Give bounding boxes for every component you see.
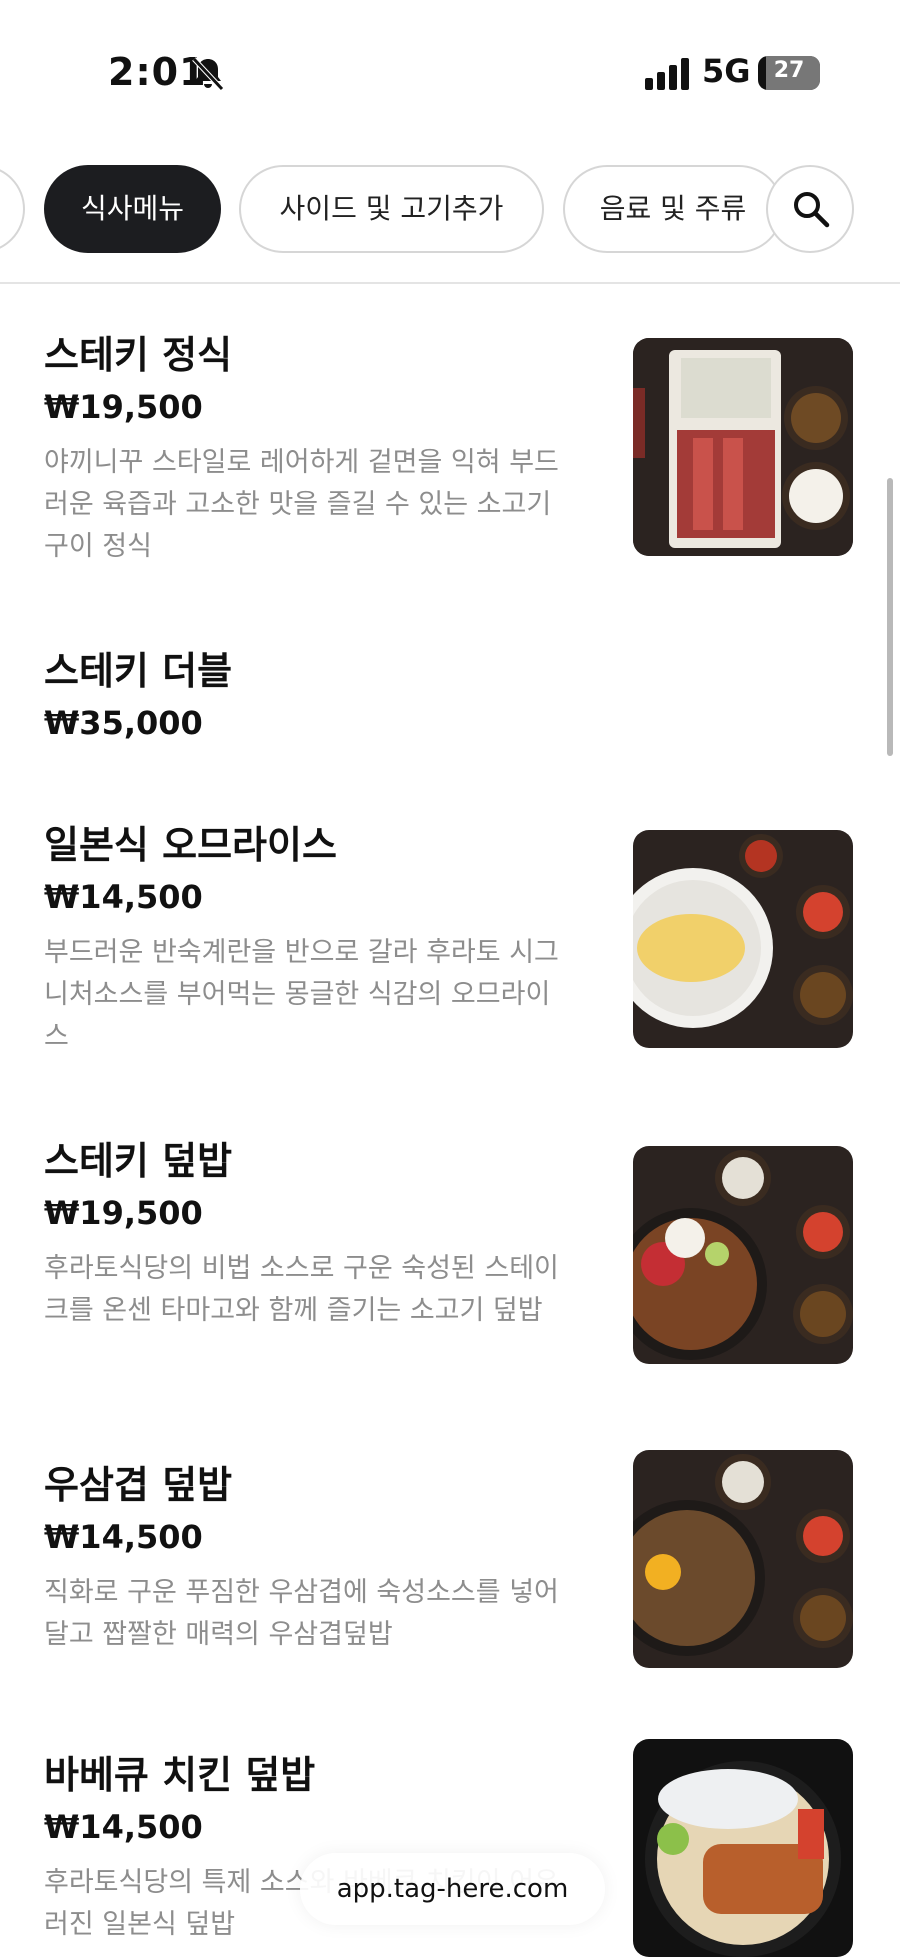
category-tabs: 식사메뉴 사이드 및 고기추가 음료 및 주류 xyxy=(0,165,900,257)
network-type: 5G xyxy=(702,52,751,90)
url-bar[interactable]: app.tag-here.com xyxy=(300,1853,605,1925)
menu-item-name: 바베큐 치킨 덮밥 xyxy=(44,1753,316,1797)
tab-sides[interactable]: 사이드 및 고기추가 xyxy=(239,165,544,253)
menu-item-price: ₩14,500 xyxy=(44,878,203,916)
menu-item-description: 직화로 구운 푸짐한 우삼겹에 숙성소스를 넣어 달고 짭짤한 매력의 우삼겹덮… xyxy=(44,1577,559,1650)
battery-icon: 27 xyxy=(758,56,820,90)
menu-item-name: 일본식 오므라이스 xyxy=(44,823,337,867)
battery-level: 27 xyxy=(773,58,805,83)
menu-item-name: 스테키 더블 xyxy=(44,649,233,693)
menu-item-image xyxy=(633,830,853,1048)
tab-previous[interactable] xyxy=(0,165,25,253)
menu-item-description: 후라토식당의 비법 소스로 구운 숙성된 스테이크를 온센 타마고와 함께 즐기… xyxy=(44,1253,559,1326)
menu-item-description: 부드러운 반숙계란을 반으로 갈라 후라토 시그니처소스를 부어먹는 몽글한 식… xyxy=(44,937,559,1052)
menu-item-image xyxy=(633,1146,853,1364)
menu-item-price: ₩35,000 xyxy=(44,704,203,742)
search-icon xyxy=(794,192,830,228)
menu-item-image xyxy=(633,1450,853,1668)
menu-item-name: 스테키 덮밥 xyxy=(44,1139,233,1183)
menu-item-price: ₩19,500 xyxy=(44,1194,203,1232)
tabs-divider xyxy=(0,282,900,284)
menu-item-image xyxy=(633,338,853,556)
tab-meals[interactable]: 식사메뉴 xyxy=(44,165,221,253)
menu-item-price: ₩14,500 xyxy=(44,1808,203,1846)
tab-drinks[interactable]: 음료 및 주류 xyxy=(563,165,783,253)
signal-icon xyxy=(645,58,689,90)
menu-item-name: 우삼겹 덮밥 xyxy=(44,1463,233,1507)
menu-item-image xyxy=(633,1739,853,1957)
menu-item-description: 야끼니꾸 스타일로 레어하게 겉면을 익혀 부드러운 육즙과 고소한 맛을 즐길… xyxy=(44,447,559,562)
bell-muted-icon xyxy=(192,57,224,91)
search-button[interactable] xyxy=(766,165,854,253)
status-bar: 2:01 5G 27 xyxy=(0,0,900,150)
menu-item-price: ₩14,500 xyxy=(44,1518,203,1556)
menu-item-name: 스테키 정식 xyxy=(44,333,233,377)
menu-item-price: ₩19,500 xyxy=(44,388,203,426)
scrollbar[interactable] xyxy=(887,478,893,756)
url-text: app.tag-here.com xyxy=(336,1874,569,1904)
